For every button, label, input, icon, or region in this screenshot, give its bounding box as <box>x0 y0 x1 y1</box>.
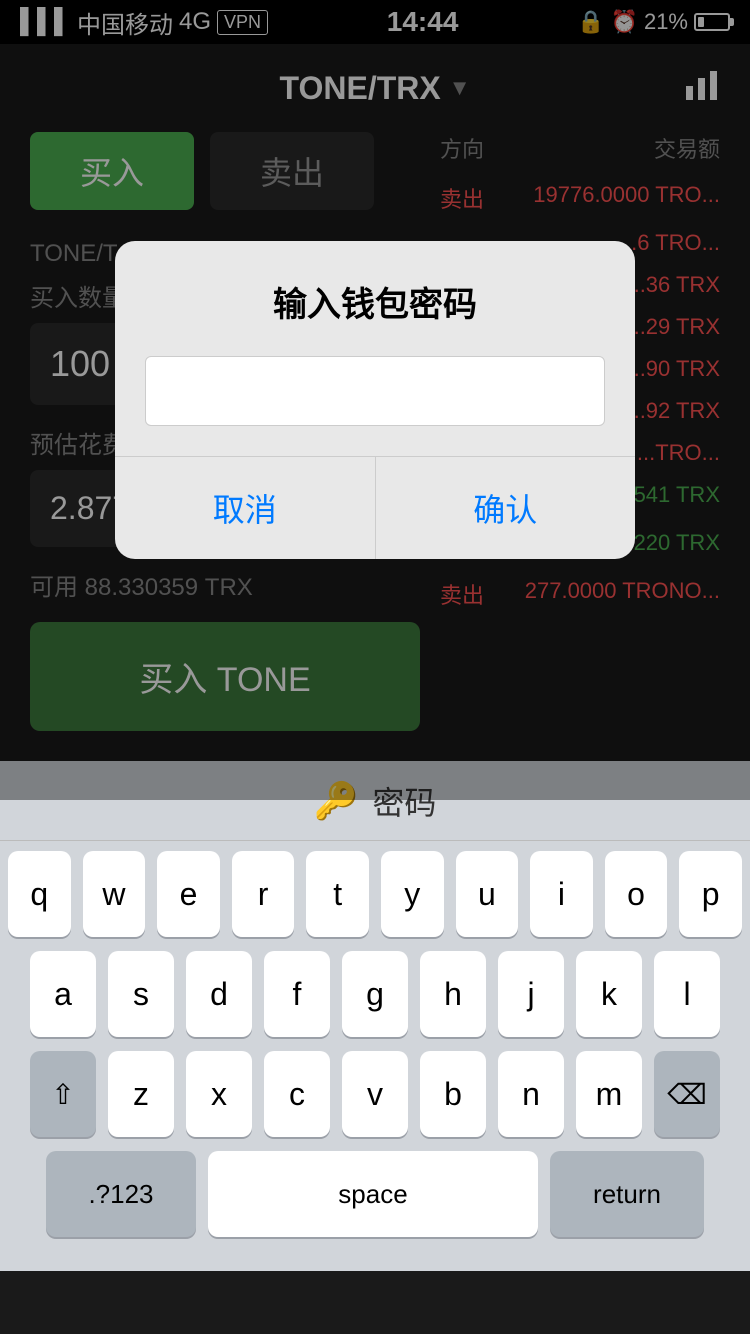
key-n[interactable]: n <box>498 1051 564 1137</box>
key-q[interactable]: q <box>8 851 71 937</box>
key-z[interactable]: z <box>108 1051 174 1137</box>
key-i[interactable]: i <box>530 851 593 937</box>
key-y[interactable]: y <box>381 851 444 937</box>
key-p[interactable]: p <box>679 851 742 937</box>
symbol-key[interactable]: .?123 <box>46 1151 196 1237</box>
key-o[interactable]: o <box>605 851 668 937</box>
key-a[interactable]: a <box>30 951 96 1037</box>
key-row-2: a s d f g h j k l <box>8 951 742 1037</box>
key-b[interactable]: b <box>420 1051 486 1137</box>
key-g[interactable]: g <box>342 951 408 1037</box>
key-row-4: .?123 space return <box>8 1151 742 1237</box>
space-key[interactable]: space <box>208 1151 538 1237</box>
key-f[interactable]: f <box>264 951 330 1037</box>
keyboard-area: 🔑 密码 q w e r t y u i o p a s d f g h j k… <box>0 761 750 1271</box>
key-w[interactable]: w <box>83 851 146 937</box>
confirm-button[interactable]: 确认 <box>376 457 636 559</box>
key-h[interactable]: h <box>420 951 486 1037</box>
shift-key[interactable]: ⇧ <box>30 1051 96 1137</box>
key-c[interactable]: c <box>264 1051 330 1137</box>
password-dialog: 输入钱包密码 取消 确认 <box>115 241 635 559</box>
key-e[interactable]: e <box>157 851 220 937</box>
delete-key[interactable]: ⌫ <box>654 1051 720 1137</box>
dialog-title: 输入钱包密码 <box>115 241 635 346</box>
key-u[interactable]: u <box>456 851 519 937</box>
dialog-input-wrap <box>115 346 635 456</box>
key-x[interactable]: x <box>186 1051 252 1137</box>
cancel-button[interactable]: 取消 <box>115 457 376 559</box>
key-r[interactable]: r <box>232 851 295 937</box>
key-row-3: ⇧ z x c v b n m ⌫ <box>8 1051 742 1137</box>
key-v[interactable]: v <box>342 1051 408 1137</box>
key-k[interactable]: k <box>576 951 642 1037</box>
dialog-buttons: 取消 确认 <box>115 456 635 559</box>
modal-overlay: 输入钱包密码 取消 确认 <box>0 0 750 800</box>
password-input[interactable] <box>145 356 605 426</box>
key-l[interactable]: l <box>654 951 720 1037</box>
key-s[interactable]: s <box>108 951 174 1037</box>
key-m[interactable]: m <box>576 1051 642 1137</box>
key-row-1: q w e r t y u i o p <box>8 851 742 937</box>
key-d[interactable]: d <box>186 951 252 1037</box>
keyboard: q w e r t y u i o p a s d f g h j k l ⇧ … <box>0 841 750 1237</box>
key-t[interactable]: t <box>306 851 369 937</box>
return-key[interactable]: return <box>550 1151 704 1237</box>
key-j[interactable]: j <box>498 951 564 1037</box>
